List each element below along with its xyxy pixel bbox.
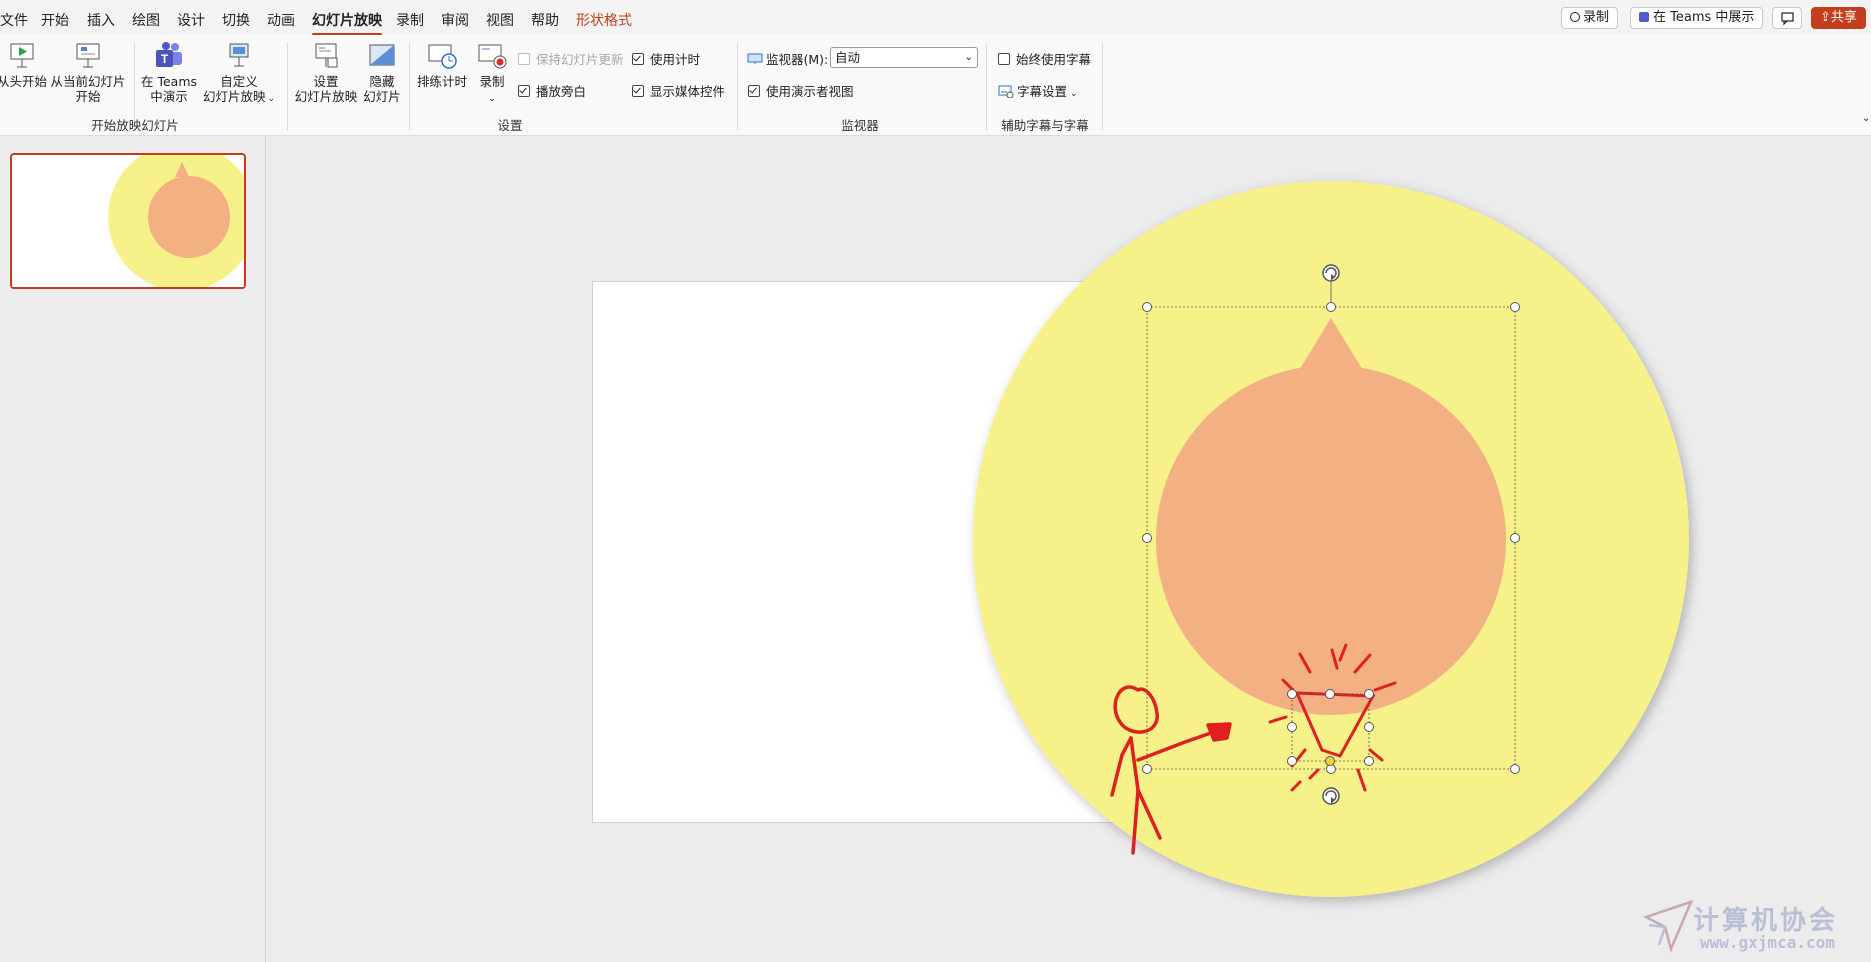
watermark-url: www.gxjmca.com — [1700, 933, 1835, 952]
rotate-handle-icon[interactable] — [1322, 264, 1340, 282]
rotate-handle-small-icon[interactable] — [1322, 787, 1340, 805]
watermark-title: 计算机协会 — [1693, 906, 1839, 936]
salmon-balloon-circle[interactable] — [1156, 365, 1506, 715]
adjust-handle[interactable] — [1325, 756, 1335, 766]
watermark-logo-icon — [1642, 899, 1694, 953]
slide-objects-layer — [973, 181, 1689, 897]
